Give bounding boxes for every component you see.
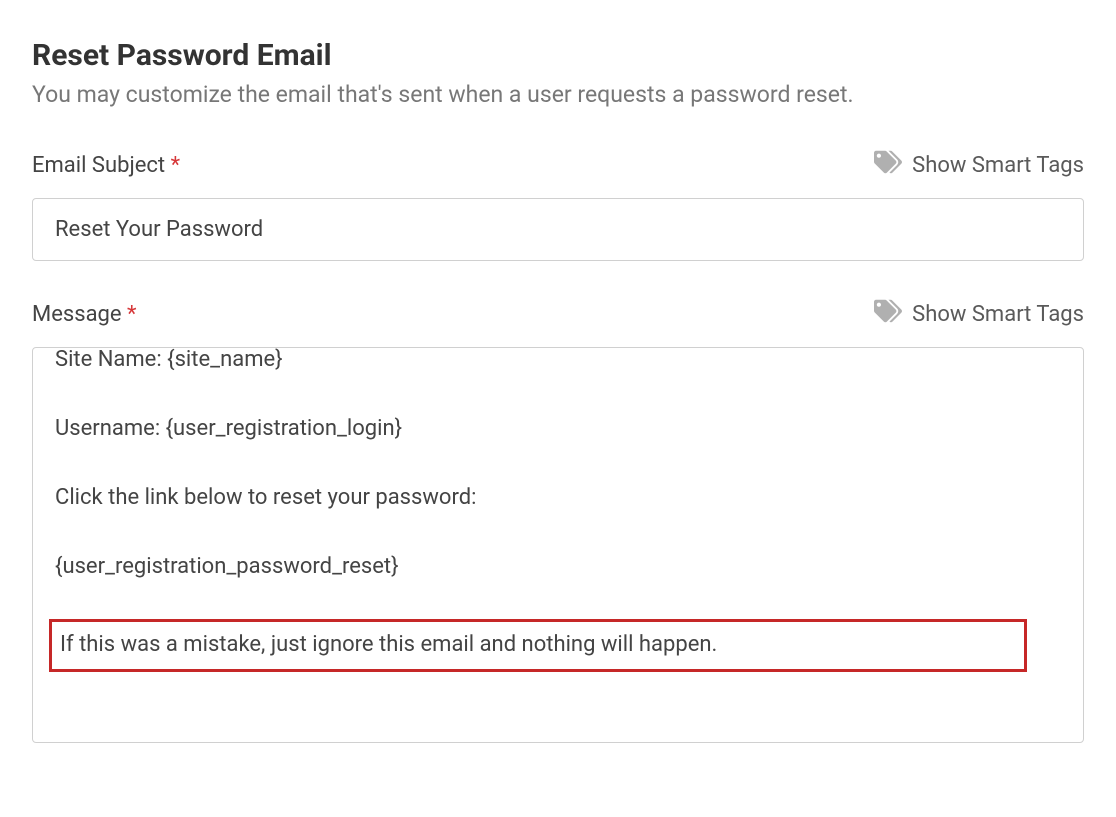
- highlighted-annotation: If this was a mistake, just ignore this …: [49, 619, 1027, 672]
- smart-tags-label: Show Smart Tags: [912, 153, 1084, 178]
- tags-icon: [874, 148, 902, 182]
- tags-icon: [874, 297, 902, 331]
- message-field: Message * Show Smart Tags Site Name: {si…: [32, 297, 1084, 743]
- required-asterisk: *: [171, 153, 180, 178]
- required-asterisk: *: [127, 302, 136, 327]
- message-line: {user_registration_password_reset}: [55, 550, 1061, 583]
- section-subtitle: You may customize the email that's sent …: [32, 81, 1084, 108]
- message-line: Click the link below to reset your passw…: [55, 481, 1061, 514]
- label-text: Message: [32, 302, 122, 327]
- label-text: Email Subject: [32, 153, 165, 178]
- show-smart-tags-button[interactable]: Show Smart Tags: [874, 297, 1084, 331]
- email-subject-field: Email Subject * Show Smart Tags: [32, 148, 1084, 261]
- email-subject-input[interactable]: [32, 198, 1084, 261]
- field-header: Email Subject * Show Smart Tags: [32, 148, 1084, 182]
- field-header: Message * Show Smart Tags: [32, 297, 1084, 331]
- message-line: If this was a mistake, just ignore this …: [60, 628, 1016, 661]
- section-title: Reset Password Email: [32, 38, 1084, 73]
- smart-tags-label: Show Smart Tags: [912, 302, 1084, 327]
- message-line: Username: {user_registration_login}: [55, 412, 1061, 445]
- email-subject-label: Email Subject *: [32, 153, 180, 178]
- message-line: Site Name: {site_name}: [55, 348, 1061, 376]
- show-smart-tags-button[interactable]: Show Smart Tags: [874, 148, 1084, 182]
- message-textarea[interactable]: Site Name: {site_name} Username: {user_r…: [32, 347, 1084, 743]
- message-label: Message *: [32, 302, 137, 327]
- message-content: Site Name: {site_name} Username: {user_r…: [55, 352, 1061, 672]
